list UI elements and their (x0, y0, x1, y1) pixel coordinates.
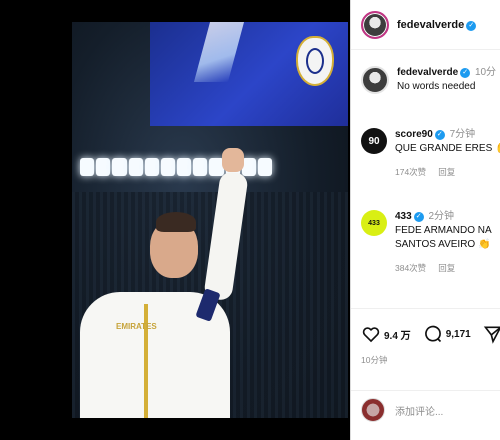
divider (351, 308, 500, 309)
reply-button[interactable]: 回复 (438, 167, 455, 177)
like-count[interactable]: 9.4 万 (384, 327, 411, 342)
comment-likes[interactable]: 174次赞 (395, 167, 426, 177)
add-comment-input[interactable]: 添加评论... (395, 403, 443, 418)
caption-author-username[interactable]: fedevalverde (397, 67, 458, 78)
post-header: fedevalverde ✓ (351, 0, 500, 50)
add-comment-row: 添加评论... (361, 398, 443, 422)
like-button[interactable]: 9.4 万 (361, 324, 411, 344)
caption-time: 10分 (474, 67, 497, 78)
post-photo[interactable]: EMIRATES (72, 22, 348, 418)
send-icon (483, 326, 500, 344)
divider (351, 390, 500, 391)
share-button[interactable] (483, 324, 500, 344)
celebrating-player: EMIRATES (72, 22, 348, 418)
reply-button[interactable]: 回复 (438, 263, 455, 273)
comment-item: 433 433 ✓ 2分钟 FEDE ARMANDO NA SANTOS AVEI… (361, 210, 500, 274)
commenter-username[interactable]: 433 (395, 211, 412, 222)
author-avatar[interactable] (361, 10, 389, 39)
comment-time: 2分钟 (428, 211, 455, 222)
caption-author-avatar[interactable] (361, 66, 389, 94)
comment-text: QUE GRANDE ERES ✋ (395, 143, 500, 154)
comment-text-line-1: FEDE ARMANDO NA (395, 225, 492, 236)
current-user-avatar (361, 398, 385, 422)
verified-badge-icon: ✓ (413, 212, 424, 222)
author-username[interactable]: fedevalverde ✓ (397, 19, 477, 31)
post-caption: fedevalverde ✓ 10分 No words needed (361, 66, 500, 94)
comment-item: 90 score90 ✓ 7分钟 QUE GRANDE ERES ✋ 174次赞 回… (361, 128, 500, 178)
comment-count[interactable]: 9,171 (446, 329, 471, 340)
comment-time: 7分钟 (449, 129, 476, 140)
commenter-avatar[interactable]: 433 (361, 210, 387, 236)
comment-likes[interactable]: 384次赞 (395, 263, 426, 273)
comment-button[interactable]: 9,171 (423, 324, 471, 344)
action-bar: 9.4 万 9,171 (361, 322, 500, 346)
comment-icon (424, 325, 441, 343)
commenter-username[interactable]: score90 (395, 129, 433, 140)
comment-text-line-2: SANTOS AVEIRO 👏 (395, 239, 491, 250)
verified-badge-icon: ✓ (466, 20, 477, 31)
post-timestamp: 10分钟 (361, 355, 388, 365)
post-side-panel: fedevalverde ✓ fedevalverde ✓ 10分 No words… (350, 0, 500, 440)
heart-icon (362, 327, 380, 343)
verified-badge-icon: ✓ (460, 68, 471, 78)
post-media: EMIRATES (0, 0, 350, 440)
verified-badge-icon: ✓ (434, 130, 445, 140)
commenter-avatar[interactable]: 90 (361, 128, 387, 154)
shirt-sponsor-text: EMIRATES (116, 322, 157, 331)
caption-text: No words needed (397, 81, 476, 92)
